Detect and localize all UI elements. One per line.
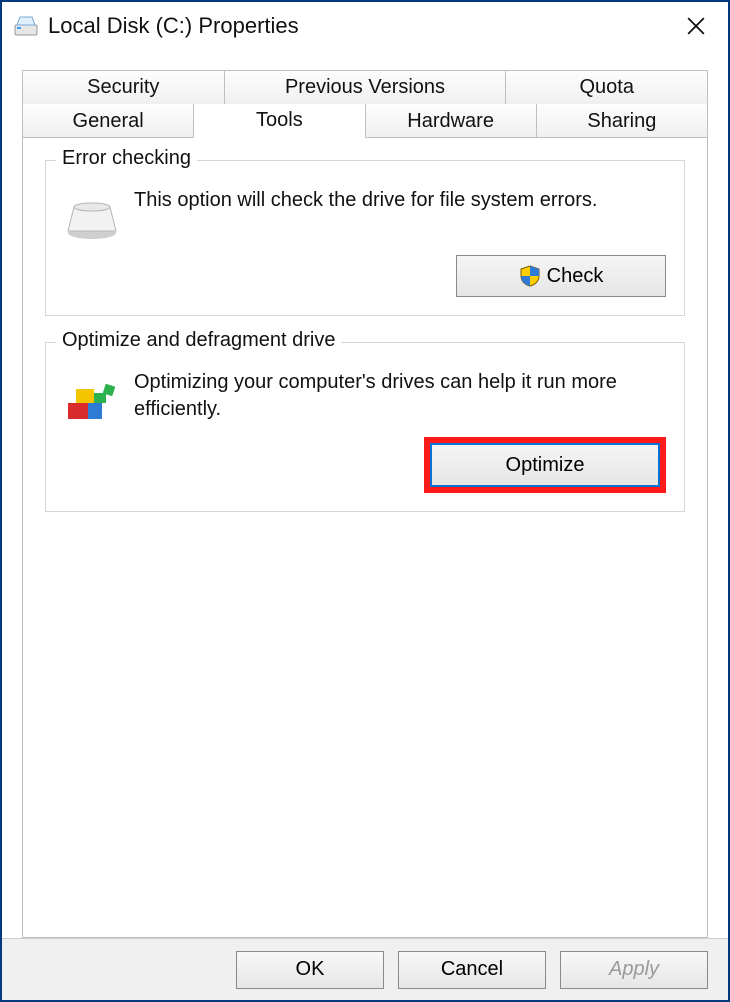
defrag-icon [64, 375, 120, 423]
close-button[interactable] [676, 6, 716, 46]
disk-check-icon [64, 193, 120, 241]
tab-quota[interactable]: Quota [506, 70, 708, 104]
close-icon [687, 17, 705, 35]
tab-strip: Security Previous Versions Quota General… [22, 70, 708, 138]
apply-button: Apply [560, 951, 708, 989]
tab-security[interactable]: Security [22, 70, 225, 104]
cancel-button[interactable]: Cancel [398, 951, 546, 989]
tab-general[interactable]: General [22, 104, 194, 138]
tab-hardware[interactable]: Hardware [366, 104, 537, 138]
optimize-button-label: Optimize [506, 454, 585, 477]
tab-tools[interactable]: Tools [194, 104, 365, 138]
error-checking-title: Error checking [56, 147, 197, 170]
optimize-highlight: Optimize [424, 437, 666, 493]
check-button-label: Check [547, 265, 604, 288]
dialog-button-bar: OK Cancel Apply [2, 938, 728, 1000]
tab-panel-tools: Error checking This option will check th… [22, 137, 708, 938]
check-button[interactable]: Check [456, 255, 666, 297]
tab-sharing[interactable]: Sharing [537, 104, 708, 138]
tab-previous-versions[interactable]: Previous Versions [225, 70, 507, 104]
optimize-title: Optimize and defragment drive [56, 329, 341, 352]
optimize-group: Optimize and defragment drive Optimizing… [45, 342, 685, 512]
uac-shield-icon [519, 265, 541, 287]
ok-button[interactable]: OK [236, 951, 384, 989]
window-title: Local Disk (C:) Properties [48, 13, 676, 39]
error-checking-text: This option will check the drive for fil… [134, 187, 598, 214]
optimize-button[interactable]: Optimize [430, 443, 660, 487]
optimize-text: Optimizing your computer's drives can he… [134, 369, 666, 423]
drive-icon [14, 14, 38, 38]
title-bar: Local Disk (C:) Properties [2, 2, 728, 50]
error-checking-group: Error checking This option will check th… [45, 160, 685, 316]
properties-dialog: Local Disk (C:) Properties Security Prev… [0, 0, 730, 1002]
content-area: Security Previous Versions Quota General… [2, 50, 728, 938]
